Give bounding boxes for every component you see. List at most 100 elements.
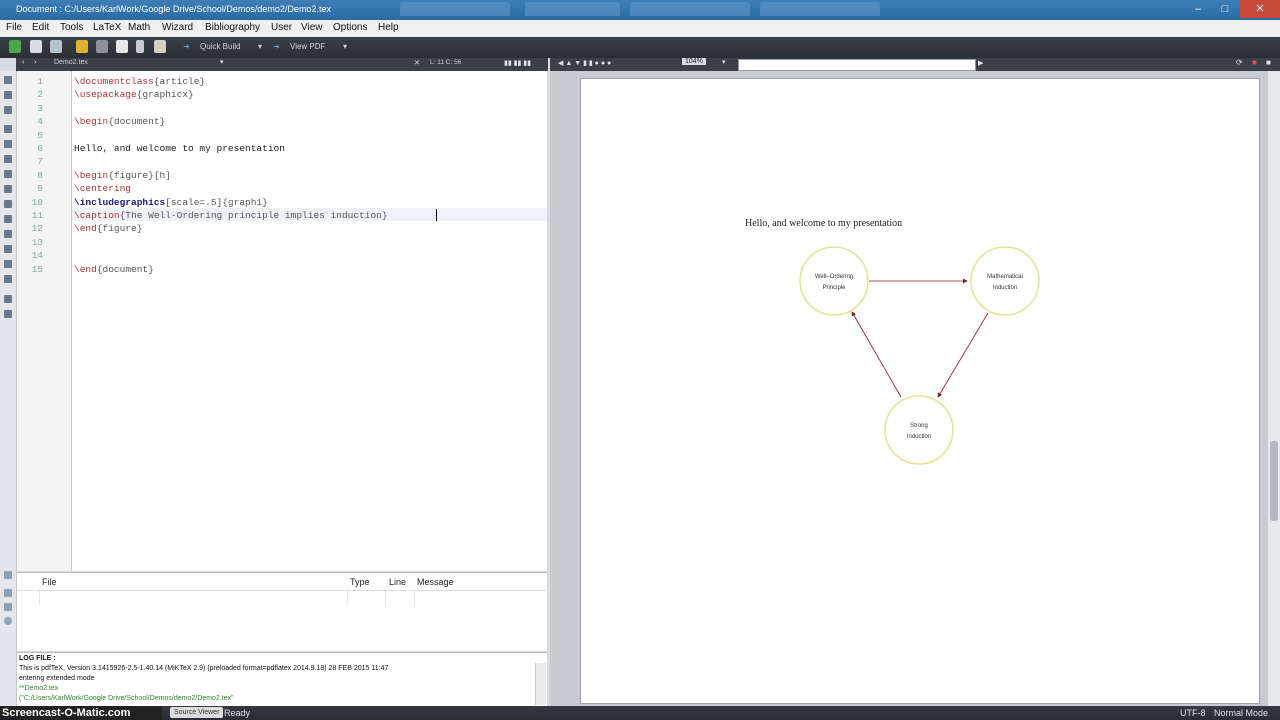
user-icon[interactable] [4,295,12,303]
code-line: \caption{The Well-Ordering principle imp… [74,210,388,221]
math-icon[interactable] [4,200,12,208]
preview-icon[interactable] [4,603,12,611]
menu-math[interactable]: Math [128,22,150,33]
graph-node [970,246,1040,316]
col-header-file[interactable]: File [42,577,57,587]
col-header-line[interactable]: Line [389,577,406,587]
arrows-icon[interactable] [4,125,12,133]
search-icon[interactable]: ▶ [978,59,983,67]
accents-icon[interactable] [4,185,12,193]
background-tab[interactable] [400,2,510,16]
quick-build-arrow-icon[interactable]: ➜ [183,42,190,51]
menu-bibliography[interactable]: Bibliography [205,22,260,33]
line-number-gutter: 1 2 3 4 5 6 7 8 9 10 11 12 13 14 15 [17,71,72,571]
save-icon[interactable] [50,40,62,53]
chevron-down-icon[interactable]: ▾ [258,42,262,51]
close-viewer-icon[interactable]: ■ [1252,58,1257,67]
maximize-button[interactable]: □ [1212,0,1238,18]
latex-argument: {document} [96,263,154,275]
code-line: \usepackage{graphicx} [74,89,194,100]
column-divider [39,591,40,605]
paste-icon[interactable] [154,40,166,53]
menu-help[interactable]: Help [378,22,399,33]
favorites-icon[interactable] [4,215,12,223]
viewer-scrollbar[interactable] [1268,71,1280,707]
view-pdf-select[interactable]: View PDF [290,42,325,51]
cut-icon[interactable] [136,40,144,53]
viewer-search-input[interactable] [738,59,976,71]
menu-tools[interactable]: Tools [60,22,83,33]
open-file-icon[interactable] [30,40,42,53]
background-tab[interactable] [760,2,880,16]
latex-argument: {The Well-Ordering principle implies ind… [119,210,388,221]
menu-edit[interactable]: Edit [32,22,49,33]
edit-mode-indicator[interactable]: Normal Mode [1214,708,1268,718]
asymptote-icon[interactable] [4,275,12,283]
viewer-nav-icons[interactable]: ◀ ▲ ▼ ▮ ▮ ● ● ● [558,59,611,67]
log-line: ("C:/Users/KarlWork/Google Drive/School/… [19,695,234,702]
chevron-down-icon[interactable]: ▾ [220,58,224,66]
col-header-type[interactable]: Type [350,577,370,587]
chevron-down-icon[interactable]: ▾ [722,58,726,66]
menu-user[interactable]: User [271,22,292,33]
code-editor[interactable]: 1 2 3 4 5 6 7 8 9 10 11 12 13 14 15 \documentclass{art… [17,71,547,571]
symbols-icon[interactable] [4,91,12,99]
latex-command: \caption [74,210,120,221]
zoom-select[interactable]: 104% [682,58,706,65]
menu-wizard[interactable]: Wizard [162,22,193,33]
latex-command: \end [74,223,97,235]
copy-icon[interactable] [116,40,128,53]
close-button[interactable]: ✕ [1240,0,1280,18]
metapost-icon[interactable] [4,230,12,238]
col-header-message[interactable]: Message [417,577,454,587]
column-divider [414,591,415,605]
tikz-icon[interactable] [4,245,12,253]
leftright-icon[interactable] [4,310,12,318]
encoding-indicator[interactable]: UTF-8 [1180,708,1206,718]
misc-symbols-icon[interactable] [4,140,12,148]
quick-build-select[interactable]: Quick Build [200,42,240,51]
menu-view[interactable]: View [301,22,323,33]
log-panel[interactable]: LOG FILE : This is pdfTeX, Version 3.141… [17,652,547,706]
relations-icon[interactable] [4,106,12,114]
search-results-icon[interactable] [4,617,12,625]
next-doc-icon[interactable]: › [34,59,36,66]
line-number: 15 [31,263,43,275]
bookmark-icons[interactable]: ▮▮ ▮▮ ▮▮ [504,59,531,67]
menu-file[interactable]: File [6,22,22,33]
code-line: \end{figure} [74,223,142,234]
structure-icon[interactable] [4,76,12,84]
menu-bar: File Edit Tools LaTeX Math Wizard Biblio… [0,20,1280,38]
greek-icon[interactable] [4,170,12,178]
prev-doc-icon[interactable]: ‹ [22,59,24,66]
scrollbar-thumb[interactable] [1270,441,1278,521]
line-number: 7 [37,156,43,168]
doc-tab[interactable]: Demo2.tex [54,59,88,66]
embed-viewer-icon[interactable]: ■ [1266,58,1271,67]
menu-latex[interactable]: LaTeX [93,22,121,33]
new-file-icon[interactable] [9,40,21,53]
close-doc-icon[interactable]: ✕ [414,59,420,67]
background-tab[interactable] [630,2,750,16]
chevron-down-icon[interactable]: ▾ [343,42,347,51]
log-icon[interactable] [4,589,12,597]
main-toolbar: ➜ Quick Build ▾ ➜ View PDF ▾ [0,37,1280,58]
latex-argument: {document} [108,116,166,128]
messages-table[interactable]: File Type Line Message [17,572,547,651]
source-viewer-button[interactable]: Source Viewer [170,707,224,718]
log-scrollbar[interactable] [535,663,546,705]
background-tab[interactable] [525,2,620,16]
messages-icon[interactable] [4,571,12,579]
undo-icon[interactable] [76,40,88,53]
latex-command: \begin [74,116,109,128]
redo-icon[interactable] [96,40,108,53]
pstricks-icon[interactable] [4,260,12,268]
refresh-icon[interactable]: ⟳ [1236,58,1243,67]
view-arrow-icon[interactable]: ➜ [273,42,280,51]
menu-options[interactable]: Options [333,22,367,33]
line-number: 4 [37,116,43,128]
delimiters-icon[interactable] [4,155,12,163]
node-label: Induction [907,434,931,440]
latex-argument: {figure}[h] [108,169,171,181]
minimize-button[interactable]: – [1185,0,1211,18]
